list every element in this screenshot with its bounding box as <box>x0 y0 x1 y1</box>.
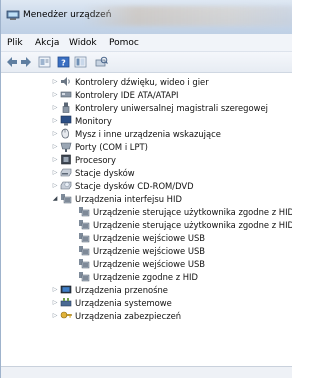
tree-item-portable-devices[interactable]: ▷ Urządzenia przenośne <box>1 284 292 296</box>
menu-akcja[interactable]: Akcja <box>35 38 59 48</box>
tree-item-hid-device[interactable]: Urządzenie wejściowe USB <box>1 245 292 257</box>
tree-item-label: Porty (COM i LPT) <box>75 142 148 152</box>
properties-icon[interactable] <box>38 55 51 69</box>
expand-arrow-icon[interactable]: ▷ <box>51 169 59 177</box>
tree-item-label: Urządzenie wejściowe USB <box>93 259 206 269</box>
tree-item-label: Urządzenia systemowe <box>75 298 172 308</box>
tree-item-label: Urządzenia interfejsu HID <box>75 194 182 204</box>
processor-icon <box>61 154 71 165</box>
tree-item-label: Urządzenie sterujące użytkownika zgodne … <box>93 220 292 230</box>
expand-arrow-icon[interactable]: ▷ <box>51 312 59 320</box>
menu-pomoc[interactable]: Pomoc <box>109 38 139 48</box>
tree-item-label: Stacje dysków CD-ROM/DVD <box>75 181 194 191</box>
tree-item-disk-drives[interactable]: ▷ Stacje dysków <box>1 167 292 179</box>
expand-arrow-icon[interactable]: ▷ <box>51 117 59 125</box>
tree-item-hid-device[interactable]: Urządzenie wejściowe USB <box>1 258 292 270</box>
tree-item-processors[interactable]: ▷ Procesory <box>1 154 292 166</box>
expand-arrow-icon[interactable]: ▷ <box>51 182 59 190</box>
tree-item-label: Stacje dysków <box>75 168 135 178</box>
disk-drive-icon <box>60 168 72 177</box>
device-tree: ▷ Kontrolery dźwięku, wideo i gier ▷ Kon… <box>1 73 292 365</box>
hid-device-icon <box>79 220 90 230</box>
portable-device-icon <box>60 285 72 294</box>
scan-hardware-icon[interactable] <box>95 55 108 69</box>
tree-item-label: Urządzenie wejściowe USB <box>93 246 206 256</box>
security-device-icon <box>60 311 72 319</box>
tree-item-label: Urządzenia przenośne <box>75 285 168 295</box>
tree-item-hid-device[interactable]: Urządzenie sterujące użytkownika zgodne … <box>1 219 292 231</box>
sound-icon <box>61 77 70 86</box>
hid-icon <box>61 194 72 204</box>
forward-arrow-icon[interactable] <box>20 55 32 69</box>
usb-controller-icon <box>62 102 70 113</box>
tree-item-label: Urządzenie zgodne z HID <box>93 272 198 282</box>
expand-arrow-icon[interactable]: ▷ <box>51 286 59 294</box>
ide-controller-icon <box>60 91 72 98</box>
system-device-icon <box>60 298 72 307</box>
tree-item-hid-device[interactable]: Urządzenie wejściowe USB <box>1 232 292 244</box>
blurred-background <box>83 6 292 26</box>
menu-plik[interactable]: Plik <box>7 38 23 48</box>
status-bar <box>1 366 292 378</box>
tree-item-usb-controllers[interactable]: ▷ Kontrolery uniwersalnej magistrali sze… <box>1 102 292 114</box>
hid-device-icon <box>79 246 90 256</box>
hid-device-icon <box>79 207 90 217</box>
view-icon[interactable] <box>74 55 87 69</box>
tree-item-label: Kontrolery IDE ATA/ATAPI <box>75 90 179 100</box>
tree-item-label: Kontrolery dźwięku, wideo i gier <box>75 77 209 87</box>
expand-arrow-icon[interactable]: ▷ <box>51 91 59 99</box>
toolbar: ? <box>1 52 292 73</box>
tree-item-ide-ata-atapi-controllers[interactable]: ▷ Kontrolery IDE ATA/ATAPI <box>1 89 292 101</box>
tree-item-label: Urządzenie sterujące użytkownika zgodne … <box>93 207 292 217</box>
back-arrow-icon[interactable] <box>6 55 18 69</box>
mouse-icon <box>61 128 69 139</box>
hid-device-icon <box>79 259 90 269</box>
tree-item-hid-devices[interactable]: ◢ Urządzenia interfejsu HID <box>1 193 292 205</box>
tree-item-sound-video-game-controllers[interactable]: ▷ Kontrolery dźwięku, wideo i gier <box>1 76 292 88</box>
hid-device-icon <box>79 233 90 243</box>
tree-item-label: Procesory <box>75 155 116 165</box>
tree-item-ports[interactable]: ▷ Porty (COM i LPT) <box>1 141 292 153</box>
tree-item-mice-pointing-devices[interactable]: ▷ Mysz i inne urządzenia wskazujące <box>1 128 292 140</box>
tree-item-label: Mysz i inne urządzenia wskazujące <box>75 129 221 139</box>
expand-arrow-icon[interactable]: ▷ <box>51 156 59 164</box>
svg-text:?: ? <box>61 59 66 68</box>
expand-arrow-icon[interactable]: ▷ <box>51 130 59 138</box>
expand-arrow-icon[interactable]: ▷ <box>51 104 59 112</box>
expand-arrow-icon[interactable]: ▷ <box>51 78 59 86</box>
monitor-icon <box>60 115 72 126</box>
tree-item-label: Kontrolery uniwersalnej magistrali szere… <box>75 103 268 113</box>
cdrom-icon <box>60 181 72 190</box>
tree-item-label: Monitory <box>75 116 112 126</box>
menu-widok[interactable]: Widok <box>69 38 97 48</box>
menu-bar: Plik Akcja Widok Pomoc <box>1 34 292 52</box>
tree-item-system-devices[interactable]: ▷ Urządzenia systemowe <box>1 297 292 309</box>
hid-device-icon <box>79 272 90 282</box>
port-icon <box>60 142 72 152</box>
tree-item-hid-device[interactable]: Urządzenie zgodne z HID <box>1 271 292 283</box>
tree-item-hid-device[interactable]: Urządzenie sterujące użytkownika zgodne … <box>1 206 292 218</box>
expand-arrow-icon[interactable]: ▷ <box>51 143 59 151</box>
device-manager-icon <box>6 10 20 20</box>
tree-item-label: Urządzenie wejściowe USB <box>93 233 206 243</box>
device-manager-window: Menedżer urządzeń Plik Akcja Widok Pomoc… <box>0 0 292 378</box>
tree-item-monitors[interactable]: ▷ Monitory <box>1 115 292 127</box>
title-bar: Menedżer urządzeń <box>1 0 292 34</box>
tree-item-cdrom-dvd-drives[interactable]: ▷ Stacje dysków CD-ROM/DVD <box>1 180 292 192</box>
collapse-arrow-icon[interactable]: ◢ <box>51 195 59 203</box>
tree-item-label: Urządzenia zabezpieczeń <box>75 311 182 321</box>
expand-arrow-icon[interactable]: ▷ <box>51 299 59 307</box>
tree-item-security-devices[interactable]: ▷ Urządzenia zabezpieczeń <box>1 310 292 322</box>
help-icon[interactable]: ? <box>57 55 70 69</box>
